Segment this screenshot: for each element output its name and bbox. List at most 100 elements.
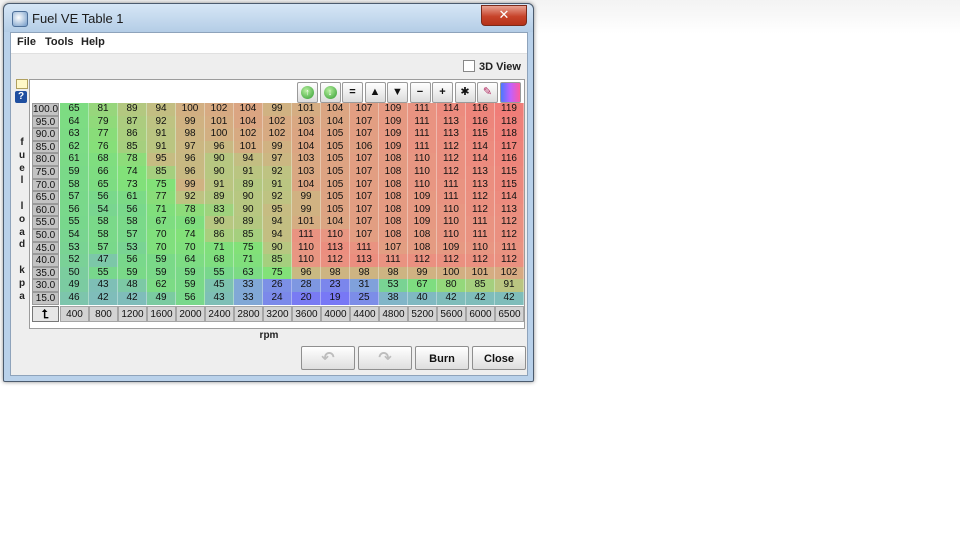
table-cell[interactable]: 24 <box>263 292 292 305</box>
table-cell[interactable]: 114 <box>466 153 495 166</box>
table-cell[interactable]: 56 <box>60 203 89 217</box>
table-cell[interactable]: 111 <box>466 216 495 229</box>
table-cell[interactable]: 104 <box>321 115 350 129</box>
table-cell[interactable]: 59 <box>60 166 89 179</box>
table-cell[interactable]: 104 <box>292 128 321 141</box>
table-cell[interactable]: 56 <box>118 254 147 267</box>
table-cell[interactable]: 99 <box>263 140 292 154</box>
table-cell[interactable]: 95 <box>147 153 176 166</box>
table-cell[interactable]: 90 <box>263 241 292 255</box>
table-cell[interactable]: 20 <box>292 292 321 305</box>
table-cell[interactable]: 74 <box>118 166 147 179</box>
table-cell[interactable]: 58 <box>89 216 118 229</box>
table-cell[interactable]: 58 <box>60 178 89 192</box>
table-cell[interactable]: 105 <box>321 140 350 154</box>
table-cell[interactable]: 59 <box>147 254 176 267</box>
table-cell[interactable]: 31 <box>350 279 379 292</box>
increase-icon[interactable]: ↑ <box>297 82 318 103</box>
table-cell[interactable]: 108 <box>408 229 437 242</box>
table-cell[interactable]: 111 <box>437 191 466 204</box>
table-cell[interactable]: 96 <box>205 140 234 154</box>
table-cell[interactable]: 71 <box>205 241 234 255</box>
table-cell[interactable]: 113 <box>466 166 495 179</box>
table-cell[interactable]: 118 <box>495 128 524 141</box>
table-cell[interactable]: 99 <box>408 266 437 280</box>
table-cell[interactable]: 111 <box>408 115 437 129</box>
table-cell[interactable]: 102 <box>205 103 234 116</box>
table-cell[interactable]: 115 <box>495 166 524 179</box>
table-cell[interactable]: 96 <box>176 166 205 179</box>
table-cell[interactable]: 100 <box>205 128 234 141</box>
table-cell[interactable]: 109 <box>379 140 408 154</box>
table-cell[interactable]: 107 <box>350 153 379 166</box>
table-cell[interactable]: 114 <box>495 191 524 204</box>
table-cell[interactable]: 58 <box>89 229 118 242</box>
table-cell[interactable]: 113 <box>437 128 466 141</box>
table-cell[interactable]: 42 <box>466 292 495 305</box>
table-cell[interactable]: 47 <box>89 254 118 267</box>
table-cell[interactable]: 108 <box>408 241 437 255</box>
table-cell[interactable]: 109 <box>379 103 408 116</box>
table-cell[interactable]: 101 <box>292 216 321 229</box>
table-cell[interactable]: 116 <box>466 115 495 129</box>
table-cell[interactable]: 33 <box>234 292 263 305</box>
table-cell[interactable]: 57 <box>89 241 118 255</box>
table-cell[interactable]: 103 <box>292 153 321 166</box>
table-cell[interactable]: 54 <box>60 229 89 242</box>
table-cell[interactable]: 107 <box>350 128 379 141</box>
table-cell[interactable]: 114 <box>437 103 466 116</box>
table-cell[interactable]: 104 <box>321 103 350 116</box>
redo-button[interactable]: ↷ <box>358 346 412 370</box>
table-cell[interactable]: 57 <box>118 229 147 242</box>
table-cell[interactable]: 94 <box>234 153 263 166</box>
table-cell[interactable]: 111 <box>379 254 408 267</box>
table-cell[interactable]: 117 <box>495 140 524 154</box>
table-cell[interactable]: 70 <box>147 229 176 242</box>
table-cell[interactable]: 66 <box>89 166 118 179</box>
table-cell[interactable]: 59 <box>118 266 147 280</box>
table-cell[interactable]: 106 <box>350 140 379 154</box>
table-cell[interactable]: 98 <box>350 266 379 280</box>
table-cell[interactable]: 111 <box>495 241 524 255</box>
table-cell[interactable]: 111 <box>408 103 437 116</box>
table-cell[interactable]: 85 <box>263 254 292 267</box>
table-cell[interactable]: 105 <box>321 203 350 217</box>
table-cell[interactable]: 90 <box>205 216 234 229</box>
table-cell[interactable]: 98 <box>379 266 408 280</box>
table-cell[interactable]: 43 <box>205 292 234 305</box>
table-cell[interactable]: 62 <box>147 279 176 292</box>
table-cell[interactable]: 59 <box>176 279 205 292</box>
help-icon[interactable]: ? <box>15 91 27 103</box>
table-cell[interactable]: 42 <box>118 292 147 305</box>
close-button[interactable]: Close <box>472 346 526 370</box>
table-cell[interactable]: 98 <box>176 128 205 141</box>
table-cell[interactable]: 109 <box>408 203 437 217</box>
table-cell[interactable]: 42 <box>495 292 524 305</box>
table-cell[interactable]: 19 <box>321 292 350 305</box>
table-cell[interactable]: 113 <box>437 115 466 129</box>
table-cell[interactable]: 110 <box>466 241 495 255</box>
3d-view-checkbox[interactable] <box>463 60 475 72</box>
table-cell[interactable]: 112 <box>495 216 524 229</box>
table-cell[interactable]: 109 <box>437 241 466 255</box>
table-cell[interactable]: 89 <box>234 178 263 192</box>
table-cell[interactable]: 101 <box>466 266 495 280</box>
table-cell[interactable]: 68 <box>89 153 118 166</box>
table-cell[interactable]: 111 <box>437 178 466 192</box>
table-cell[interactable]: 46 <box>60 292 89 305</box>
table-cell[interactable]: 85 <box>234 229 263 242</box>
table-cell[interactable]: 62 <box>60 140 89 154</box>
table-cell[interactable]: 69 <box>176 216 205 229</box>
table-cell[interactable]: 107 <box>379 241 408 255</box>
table-cell[interactable]: 90 <box>234 191 263 204</box>
table-cell[interactable]: 65 <box>60 103 89 116</box>
table-cell[interactable]: 58 <box>118 216 147 229</box>
table-cell[interactable]: 89 <box>234 216 263 229</box>
table-cell[interactable]: 64 <box>176 254 205 267</box>
table-cell[interactable]: 111 <box>466 229 495 242</box>
table-cell[interactable]: 110 <box>292 241 321 255</box>
table-cell[interactable]: 108 <box>379 191 408 204</box>
table-cell[interactable]: 108 <box>379 178 408 192</box>
table-cell[interactable]: 53 <box>60 241 89 255</box>
table-cell[interactable]: 75 <box>263 266 292 280</box>
